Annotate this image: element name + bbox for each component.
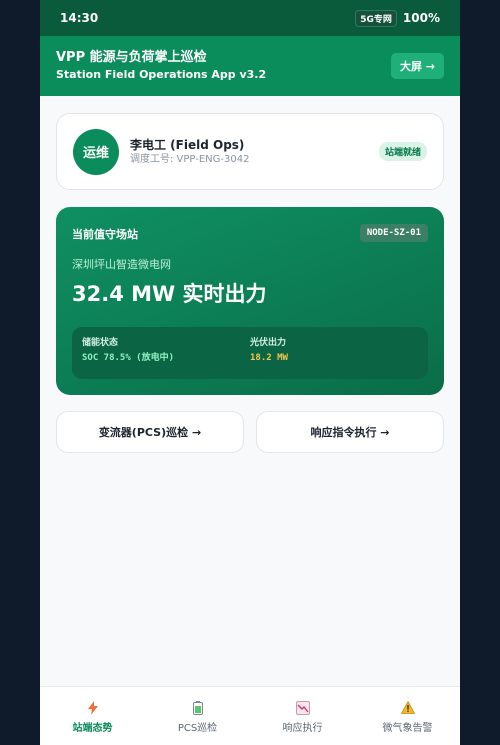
station-power: 32.4 MW 实时出力 <box>72 282 267 306</box>
pcs-inspection-button[interactable]: 变流器(PCS)巡检 → <box>56 411 244 453</box>
metric-storage: 储能状态 SOC 78.5% (放电中) <box>82 337 250 369</box>
status-time: 14:30 <box>60 11 99 25</box>
phone-screen: 14:30 5G专网 100% VPP 能源与负荷掌上巡检 Station Fi… <box>40 0 460 745</box>
app-subtitle: Station Field Operations App v3.2 <box>56 68 267 81</box>
user-id: 调度工号: VPP-ENG-3042 <box>130 153 250 165</box>
station-card: 当前值守场站 NODE-SZ-01 深圳坪山智造微电网 32.4 MW 实时出力… <box>56 207 444 395</box>
user-info: 李电工 (Field Ops) 调度工号: VPP-ENG-3042 <box>130 137 379 167</box>
station-name: 深圳坪山智造微电网 <box>72 258 171 271</box>
app-title: VPP 能源与负荷掌上巡检 <box>56 50 207 65</box>
lightning-icon <box>86 700 100 715</box>
tab-label: 响应执行 <box>282 722 323 734</box>
app-header: VPP 能源与负荷掌上巡检 Station Field Operations A… <box>40 36 460 96</box>
bigscreen-button[interactable]: 大屏 → <box>390 53 444 79</box>
node-id-badge: NODE-SZ-01 <box>359 223 428 242</box>
status-bar: 14:30 5G专网 100% <box>40 0 460 36</box>
avatar: 运维 <box>73 128 119 175</box>
metric-pv: 光伏出力 18.2 MW <box>250 337 418 369</box>
app-title-group: VPP 能源与负荷掌上巡检 Station Field Operations A… <box>56 49 266 83</box>
station-header: 当前值守场站 NODE-SZ-01 <box>72 223 428 242</box>
battery-level: 100% <box>402 11 440 25</box>
tab-response-execution[interactable]: 响应执行 <box>250 687 355 745</box>
battery-icon <box>191 700 205 715</box>
user-card: 运维 李电工 (Field Ops) 调度工号: VPP-ENG-3042 站端… <box>56 113 444 190</box>
metric-label: 光伏出力 <box>250 338 287 348</box>
tab-pcs-inspection[interactable]: PCS巡检 <box>145 687 250 745</box>
tab-label: 微气象告警 <box>382 722 433 734</box>
status-right: 5G专网 100% <box>355 9 440 27</box>
tab-weather-alert[interactable]: 微气象告警 <box>355 687 460 745</box>
station-heading: 当前值守场站 <box>72 228 138 241</box>
user-name: 李电工 (Field Ops) <box>130 137 245 152</box>
metric-value: SOC 78.5% (放电中) <box>82 353 175 363</box>
metric-label: 储能状态 <box>82 338 119 348</box>
trend-chart-icon <box>295 700 310 715</box>
command-execution-button[interactable]: 响应指令执行 → <box>256 411 444 453</box>
warning-icon <box>400 701 415 715</box>
station-metrics: 储能状态 SOC 78.5% (放电中) 光伏出力 18.2 MW <box>72 327 428 379</box>
bottom-tab-bar: 站端态势 PCS巡检 响应执行 微气象告警 <box>40 686 460 745</box>
tab-label: PCS巡检 <box>177 722 218 734</box>
status-badge: 站端就绪 <box>378 142 427 161</box>
tab-station-overview[interactable]: 站端态势 <box>40 687 145 745</box>
metric-value: 18.2 MW <box>250 353 288 363</box>
tab-label: 站端态势 <box>72 722 113 734</box>
network-badge: 5G专网 <box>355 9 397 27</box>
